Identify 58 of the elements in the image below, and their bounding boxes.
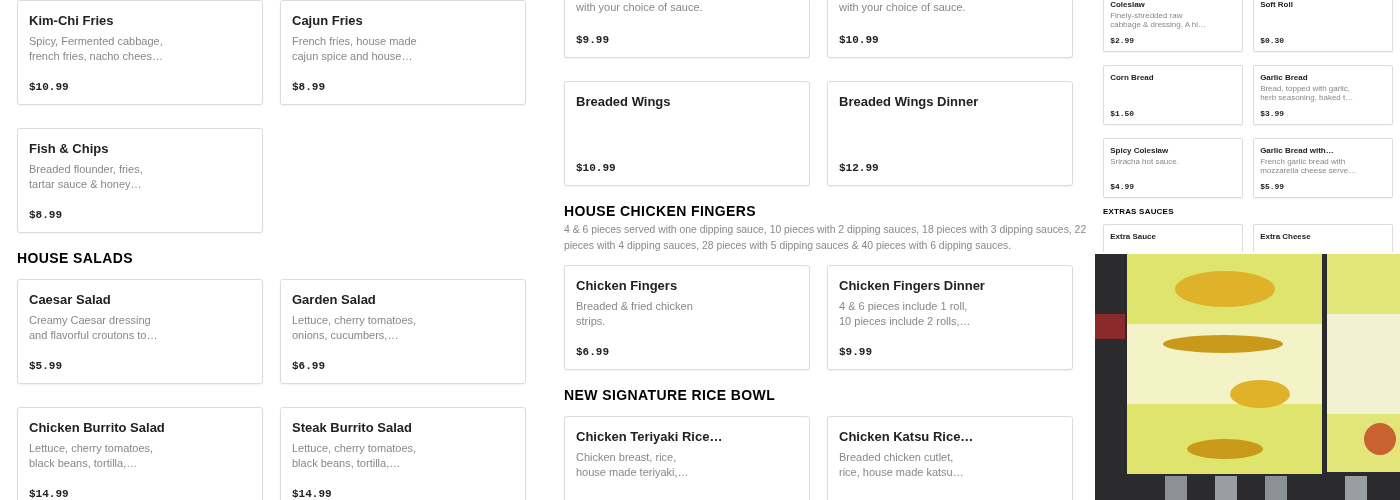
item-name: Chicken Burrito Salad	[29, 420, 166, 436]
item-description: Lettuce, cherry tomatoes, onions, cucumbers,…	[292, 313, 418, 343]
item-description: Breaded & fried chicken strips.	[576, 299, 694, 329]
menu-item-card[interactable]: with your choice of sauce. $9.99	[564, 0, 810, 58]
menu-item-card[interactable]: Garden Salad Lettuce, cherry tomatoes, onions, cucumbers,… $6.99	[280, 279, 526, 384]
item-description: Breaded chicken cutlet, rice, house made katsu…	[839, 450, 965, 480]
menu-item-card[interactable]: Chicken Fingers Dinner 4 & 6 pieces include 1 roll, 10 pieces include 2 rolls,… $9.99	[827, 265, 1073, 370]
item-description: French fries, house made cajun spice and house…	[292, 34, 418, 64]
item-name: Garden Salad	[292, 292, 377, 308]
item-price: $6.99	[292, 359, 326, 373]
item-price: $10.99	[839, 33, 880, 47]
section-heading: NEW SIGNATURE RICE BOWL	[564, 387, 777, 403]
menu-item-card[interactable]: Steak Burrito Salad Lettuce, cherry tomatoes, black beans, tortilla,… $14.99	[280, 407, 526, 500]
item-price: $12.99	[839, 161, 880, 175]
item-name: Chicken Fingers	[576, 278, 679, 294]
item-description: Chicken breast, rice, house made teriyaki,…	[576, 450, 690, 480]
menu-item-card[interactable]: Cajun Fries French fries, house made cajun spice and house… $8.99	[280, 0, 526, 105]
item-price: $5.99	[29, 359, 63, 373]
item-price: $6.99	[576, 345, 610, 359]
item-name: Fish & Chips	[29, 141, 110, 157]
item-name: Caesar Salad	[29, 292, 112, 308]
section-heading: HOUSE SALADS	[17, 250, 135, 266]
item-name: Chicken Fingers Dinner	[839, 278, 986, 294]
item-price: $10.99	[29, 80, 70, 94]
item-description: Breaded flounder, fries, tartar sauce & honey…	[29, 162, 144, 192]
menu-item-card[interactable]: Chicken Katsu Rice… Breaded chicken cutlet, rice, house made katsu…	[827, 416, 1073, 500]
item-description: Lettuce, cherry tomatoes, black beans, tortilla,…	[292, 441, 418, 471]
item-description: with your choice of sauce.	[839, 0, 967, 15]
item-description: 4 & 6 pieces include 1 roll, 10 pieces include 2 rolls,…	[839, 299, 972, 329]
item-name: Chicken Teriyaki Rice…	[576, 429, 724, 445]
item-price: $14.99	[292, 487, 333, 500]
item-name: Kim-Chi Fries	[29, 13, 115, 29]
menu-item-card[interactable]: Fish & Chips Breaded flounder, fries, tartar sauce & honey… $8.99	[17, 128, 263, 233]
item-name: Breaded Wings Dinner	[839, 94, 980, 110]
menu-item-card[interactable]: with your choice of sauce. $10.99	[827, 0, 1073, 58]
item-price: $8.99	[292, 80, 326, 94]
section-heading: HOUSE CHICKEN FINGERS	[564, 203, 757, 219]
menu-item-card[interactable]: Caesar Salad Creamy Caesar dressing and flavorful croutons to… $5.99	[17, 279, 263, 384]
menu-item-card[interactable]: Chicken Teriyaki Rice… Chicken breast, rice, house made teriyaki,…	[564, 416, 810, 500]
item-price: $9.99	[839, 345, 873, 359]
item-description: Spicy, Fermented cabbage, french fries, nacho chees…	[29, 34, 164, 64]
item-description: Lettuce, cherry tomatoes, black beans, tortilla,…	[29, 441, 155, 471]
menu-item-card[interactable]: Chicken Fingers Breaded & fried chicken strips. $6.99	[564, 265, 810, 370]
item-price: $9.99	[576, 33, 610, 47]
menu-item-card[interactable]: Breaded Wings Dinner $12.99	[827, 81, 1073, 186]
item-price: $14.99	[29, 487, 70, 500]
item-price: $10.99	[576, 161, 617, 175]
menu-item-card[interactable]: Breaded Wings $10.99	[564, 81, 810, 186]
item-name: Cajun Fries	[292, 13, 364, 29]
menu-item-card[interactable]: Kim-Chi Fries Spicy, Fermented cabbage, french fries, nacho chees… $10.99	[17, 0, 263, 105]
item-name: Steak Burrito Salad	[292, 420, 413, 436]
item-name: Chicken Katsu Rice…	[839, 429, 975, 445]
item-description: Creamy Caesar dressing and flavorful croutons to…	[29, 313, 159, 343]
item-name: Breaded Wings	[576, 94, 672, 110]
item-description: with your choice of sauce.	[576, 0, 704, 15]
menu-item-card[interactable]: Chicken Burrito Salad Lettuce, cherry tomatoes, black beans, tortilla,… $14.99	[17, 407, 263, 500]
item-price: $8.99	[29, 208, 63, 222]
section-description: 4 & 6 pieces served with one dipping sauce, 10 pieces with 2 dipping sauces, 18 pieces with 3 dipping sauces, 22 pieces with 4 dipping sauces, 28 pieces with 5 dipping sauces & 40 pieces with 6 dipping sauces.	[564, 223, 1088, 253]
